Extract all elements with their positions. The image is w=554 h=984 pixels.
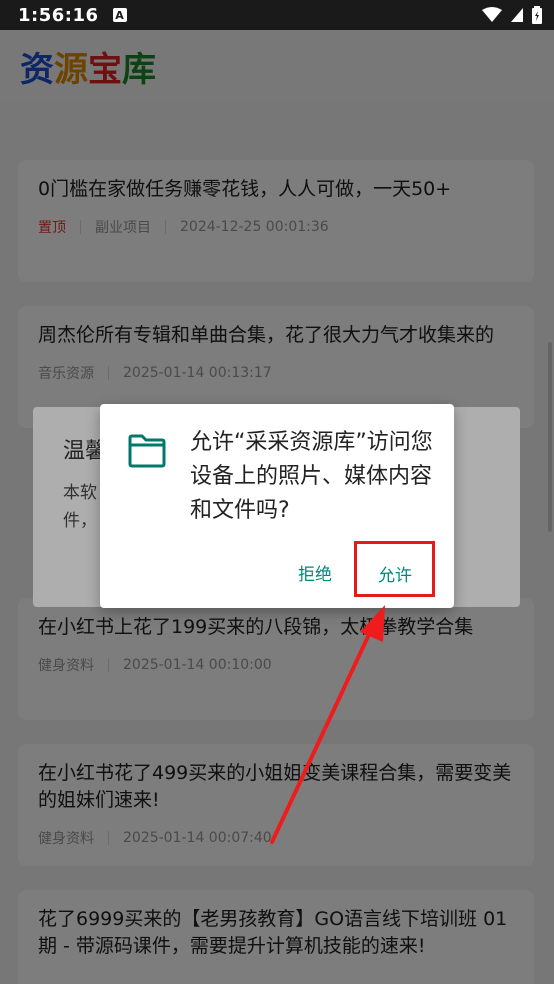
wifi-icon [482, 7, 502, 22]
highlight-box [354, 541, 435, 597]
status-bar: 1:56:16 A [0, 0, 554, 30]
permission-message: 允许“采采资源库”访问您设备上的照片、媒体内容和文件吗? [190, 430, 433, 523]
folder-icon [128, 434, 166, 468]
status-icons [482, 6, 542, 24]
battery-icon [532, 6, 542, 24]
notification-icon: A [112, 8, 127, 22]
signal-icon [511, 8, 523, 22]
status-time: 1:56:16 [18, 4, 99, 26]
deny-button[interactable]: 拒绝 [298, 560, 332, 585]
